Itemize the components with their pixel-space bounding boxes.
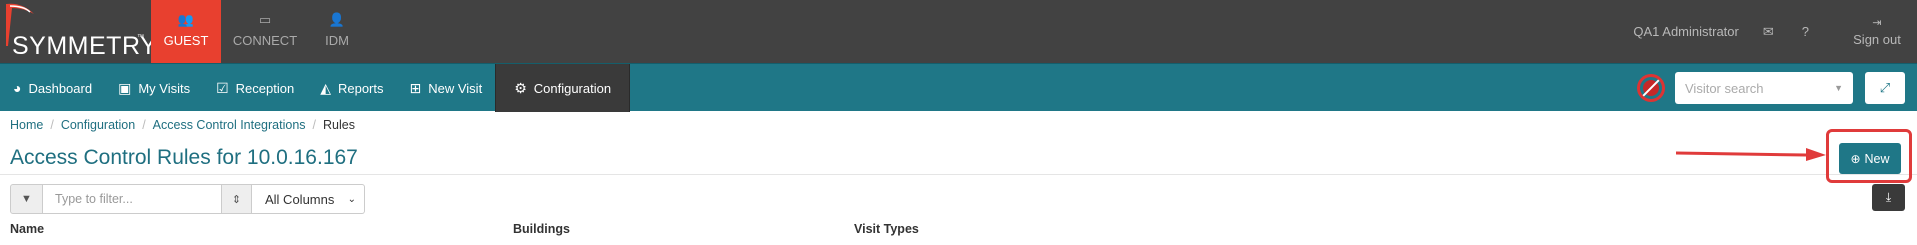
nav-new-visit[interactable]: ⊞ New Visit — [397, 64, 496, 112]
nav-dashboard-label: Dashboard — [28, 80, 93, 96]
annotation-arrow-icon — [1676, 148, 1826, 161]
breadcrumb-configuration[interactable]: Configuration — [61, 118, 135, 132]
user-name-link[interactable]: QA1 Administrator — [1633, 24, 1739, 39]
filter-bar: ▼ Type to filter... ⇕ All Columns ⌄ — [10, 184, 365, 214]
no-entry-inner — [1643, 80, 1659, 96]
app-connect[interactable]: ▭ CONNECT — [221, 0, 309, 63]
user-area: QA1 Administrator ✉ ? ⇥ Sign out — [1633, 0, 1917, 63]
logo-text: SYMMETRY — [12, 32, 158, 60]
filter-icon: ▼ — [10, 184, 43, 214]
no-entry-status-icon[interactable] — [1637, 74, 1665, 102]
app-connect-label: CONNECT — [232, 33, 298, 48]
nav-reception[interactable]: ☑ Reception — [203, 64, 307, 112]
breadcrumb-separator: / — [50, 118, 54, 132]
top-header: SYMMETRY ™ 👥 GUEST ▭ CONNECT 👤 IDM QA1 A… — [0, 0, 1917, 63]
breadcrumb-separator: / — [312, 118, 317, 132]
dashboard-icon: ◕ — [13, 80, 22, 96]
breadcrumb-home[interactable]: Home — [10, 118, 43, 132]
logo-trademark: ™ — [137, 34, 144, 41]
app-guest[interactable]: 👥 GUEST — [151, 0, 221, 63]
fullscreen-button[interactable]: ⤢ — [1865, 72, 1905, 104]
visitor-search-select[interactable]: Visitor search ▼ — [1675, 72, 1853, 104]
help-icon[interactable]: ? — [1802, 24, 1809, 39]
breadcrumb-separator: / — [142, 118, 146, 132]
breadcrumb-current: Rules — [323, 118, 355, 132]
sort-icon: ⇕ — [222, 184, 252, 214]
columns-select[interactable]: All Columns ⌄ — [252, 184, 365, 214]
breadcrumb: Home / Configuration / Access Control In… — [10, 118, 355, 132]
nav-configuration-label: Configuration — [533, 80, 612, 96]
download-button[interactable]: ⤓ — [1872, 184, 1905, 211]
nav-dashboard[interactable]: ◕ Dashboard — [0, 64, 105, 112]
mail-icon[interactable]: ✉ — [1763, 24, 1774, 40]
app-idm[interactable]: 👤 IDM — [309, 0, 365, 63]
nav-my-visits[interactable]: ▣ My Visits — [105, 64, 203, 112]
checkbox-icon: ☑ — [216, 79, 229, 96]
calendar-plus-icon: ⊞ — [409, 79, 422, 96]
nav-my-visits-label: My Visits — [138, 80, 191, 96]
sign-out-label: Sign out — [1853, 32, 1901, 47]
nav-configuration[interactable]: ⚙ Configuration — [495, 64, 631, 112]
columns-select-value: All Columns — [265, 191, 335, 207]
nav-reception-label: Reception — [235, 80, 295, 96]
expand-icon: ⤢ — [1879, 80, 1891, 95]
column-header-buildings[interactable]: Buildings — [513, 222, 570, 236]
nav-menu: ◕ Dashboard ▣ My Visits ☑ Reception ◭ Re… — [0, 64, 631, 112]
symmetry-logo[interactable]: SYMMETRY ™ — [0, 0, 157, 63]
app-idm-label: IDM — [325, 33, 349, 48]
main-nav-bar: ◕ Dashboard ▣ My Visits ☑ Reception ◭ Re… — [0, 63, 1917, 112]
title-divider — [0, 174, 1917, 175]
download-icon: ⤓ — [1885, 190, 1892, 204]
sign-out-icon: ⇥ — [1872, 17, 1882, 29]
column-header-name[interactable]: Name — [10, 222, 44, 236]
chevron-down-icon: ⌄ — [347, 193, 356, 205]
gear-icon: ⚙ — [514, 79, 527, 96]
page-title: Access Control Rules for 10.0.16.167 — [10, 146, 358, 169]
column-header-visit-types[interactable]: Visit Types — [854, 222, 919, 236]
nav-reports-label: Reports — [337, 80, 384, 96]
nav-new-visit-label: New Visit — [428, 80, 483, 96]
people-icon: 👥 — [177, 12, 195, 27]
nav-reports[interactable]: ◭ Reports — [307, 64, 396, 112]
breadcrumb-access-control-integrations[interactable]: Access Control Integrations — [153, 118, 306, 132]
user-plus-icon: 👤 — [328, 12, 346, 27]
sign-out-button[interactable]: ⇥ Sign out — [1837, 16, 1917, 47]
chevron-down-icon: ▼ — [1834, 83, 1843, 93]
card-icon: ▭ — [258, 12, 272, 27]
annotation-highlight-box — [1826, 129, 1912, 183]
app-guest-label: GUEST — [163, 33, 209, 48]
app-switcher: 👥 GUEST ▭ CONNECT 👤 IDM — [151, 0, 365, 63]
calendar-icon: ▣ — [118, 79, 132, 96]
visitor-search-placeholder: Visitor search — [1685, 80, 1764, 96]
area-chart-icon: ◭ — [320, 79, 331, 96]
filter-input[interactable]: Type to filter... — [43, 184, 222, 214]
